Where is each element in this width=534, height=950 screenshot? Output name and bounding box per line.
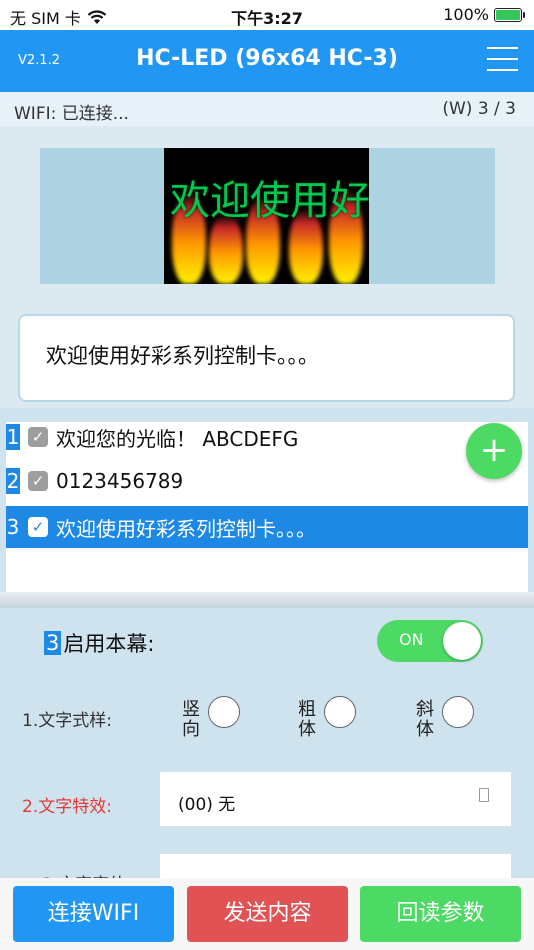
list-item-index: 1 [6,424,20,450]
led-preview-frame: 欢迎使用好 [40,148,495,284]
battery-percent: 100% [443,5,489,24]
led-preview-text: 欢迎使用好 [170,178,369,224]
list-item[interactable]: 1 ✓ 欢迎您的光临！ ABCDEFG [6,416,528,458]
option-char: 竖 [182,699,200,720]
checkbox-checked-icon[interactable]: ✓ [28,517,48,537]
nav-bar: V2.1.2 HC-LED (96x64 HC-3) [0,30,534,92]
enable-toggle[interactable]: ON [377,620,483,662]
list-item-text: 欢迎使用好彩系列控制卡。。。 [56,516,316,541]
send-content-button[interactable]: 发送内容 [187,886,348,942]
toggle-state-label: ON [399,630,424,649]
list-item[interactable]: 2 ✓ 0123456789 [6,460,528,502]
screen-count: (W) 3 / 3 [442,99,516,119]
option-char: 粗 [298,699,316,720]
style-option-vertical[interactable]: 竖向 [182,696,240,740]
settings-panel: 3 启用本幕: ON 1.文字式样: 竖向 粗体 斜体 2.文字特效: (00)… [0,608,534,895]
text-style-label: 1.文字式样: [22,711,112,731]
option-char: 体 [298,719,316,740]
style-option-italic[interactable]: 斜体 [416,696,474,740]
radio-button[interactable] [324,696,356,728]
battery-status: 100% [443,5,525,24]
hamburger-menu-icon[interactable] [487,47,518,73]
led-preview: 欢迎使用好 [164,148,369,284]
list-item-selected[interactable]: 3 ✓ 欢迎使用好彩系列控制卡。。。 [6,506,528,548]
wifi-status-row: WIFI: 已连接... (W) 3 / 3 [0,92,534,126]
wifi-status: WIFI: 已连接... [14,104,129,124]
enable-screen-text: 启用本幕: [63,632,155,656]
text-effect-value: (00) 无 [178,795,236,815]
toggle-knob [443,622,481,660]
list-item-text: 欢迎您的光临！ ABCDEFG [56,426,299,451]
enable-screen-label: 3 启用本幕: [44,628,154,658]
dropdown-icon [479,788,489,802]
radio-button[interactable] [208,696,240,728]
style-option-bold[interactable]: 粗体 [298,696,356,740]
screen-list: 1 ✓ 欢迎您的光临！ ABCDEFG 2 ✓ 0123456789 3 ✓ 欢… [6,422,528,592]
text-effect-select[interactable]: (00) 无 [160,772,511,826]
option-char: 体 [416,719,434,740]
content-text-input[interactable]: 欢迎使用好彩系列控制卡。。。 [18,314,515,402]
list-item-index: 3 [6,514,20,540]
text-effect-label: 2.文字特效: [22,797,112,817]
add-item-button[interactable]: + [466,423,522,479]
checkbox-checked-icon[interactable]: ✓ [28,427,48,447]
preview-area: 欢迎使用好 欢迎使用好彩系列控制卡。。。 [0,126,534,408]
option-char: 斜 [416,699,434,720]
enable-screen-index: 3 [44,631,62,655]
bottom-toolbar: 连接WIFI 发送内容 回读参数 [0,878,534,950]
checkbox-checked-icon[interactable]: ✓ [28,471,48,491]
list-item-text: 0123456789 [56,469,184,493]
list-item-index: 2 [6,468,20,494]
status-bar: 无 SIM 卡 下午3:27 100% [0,0,534,30]
battery-icon [494,7,525,22]
radio-button[interactable] [442,696,474,728]
option-char: 向 [182,719,200,740]
connect-wifi-button[interactable]: 连接WIFI [13,886,174,942]
read-params-button[interactable]: 回读参数 [360,886,521,942]
page-title: HC-LED (96x64 HC-3) [136,46,398,71]
divider [0,592,534,608]
